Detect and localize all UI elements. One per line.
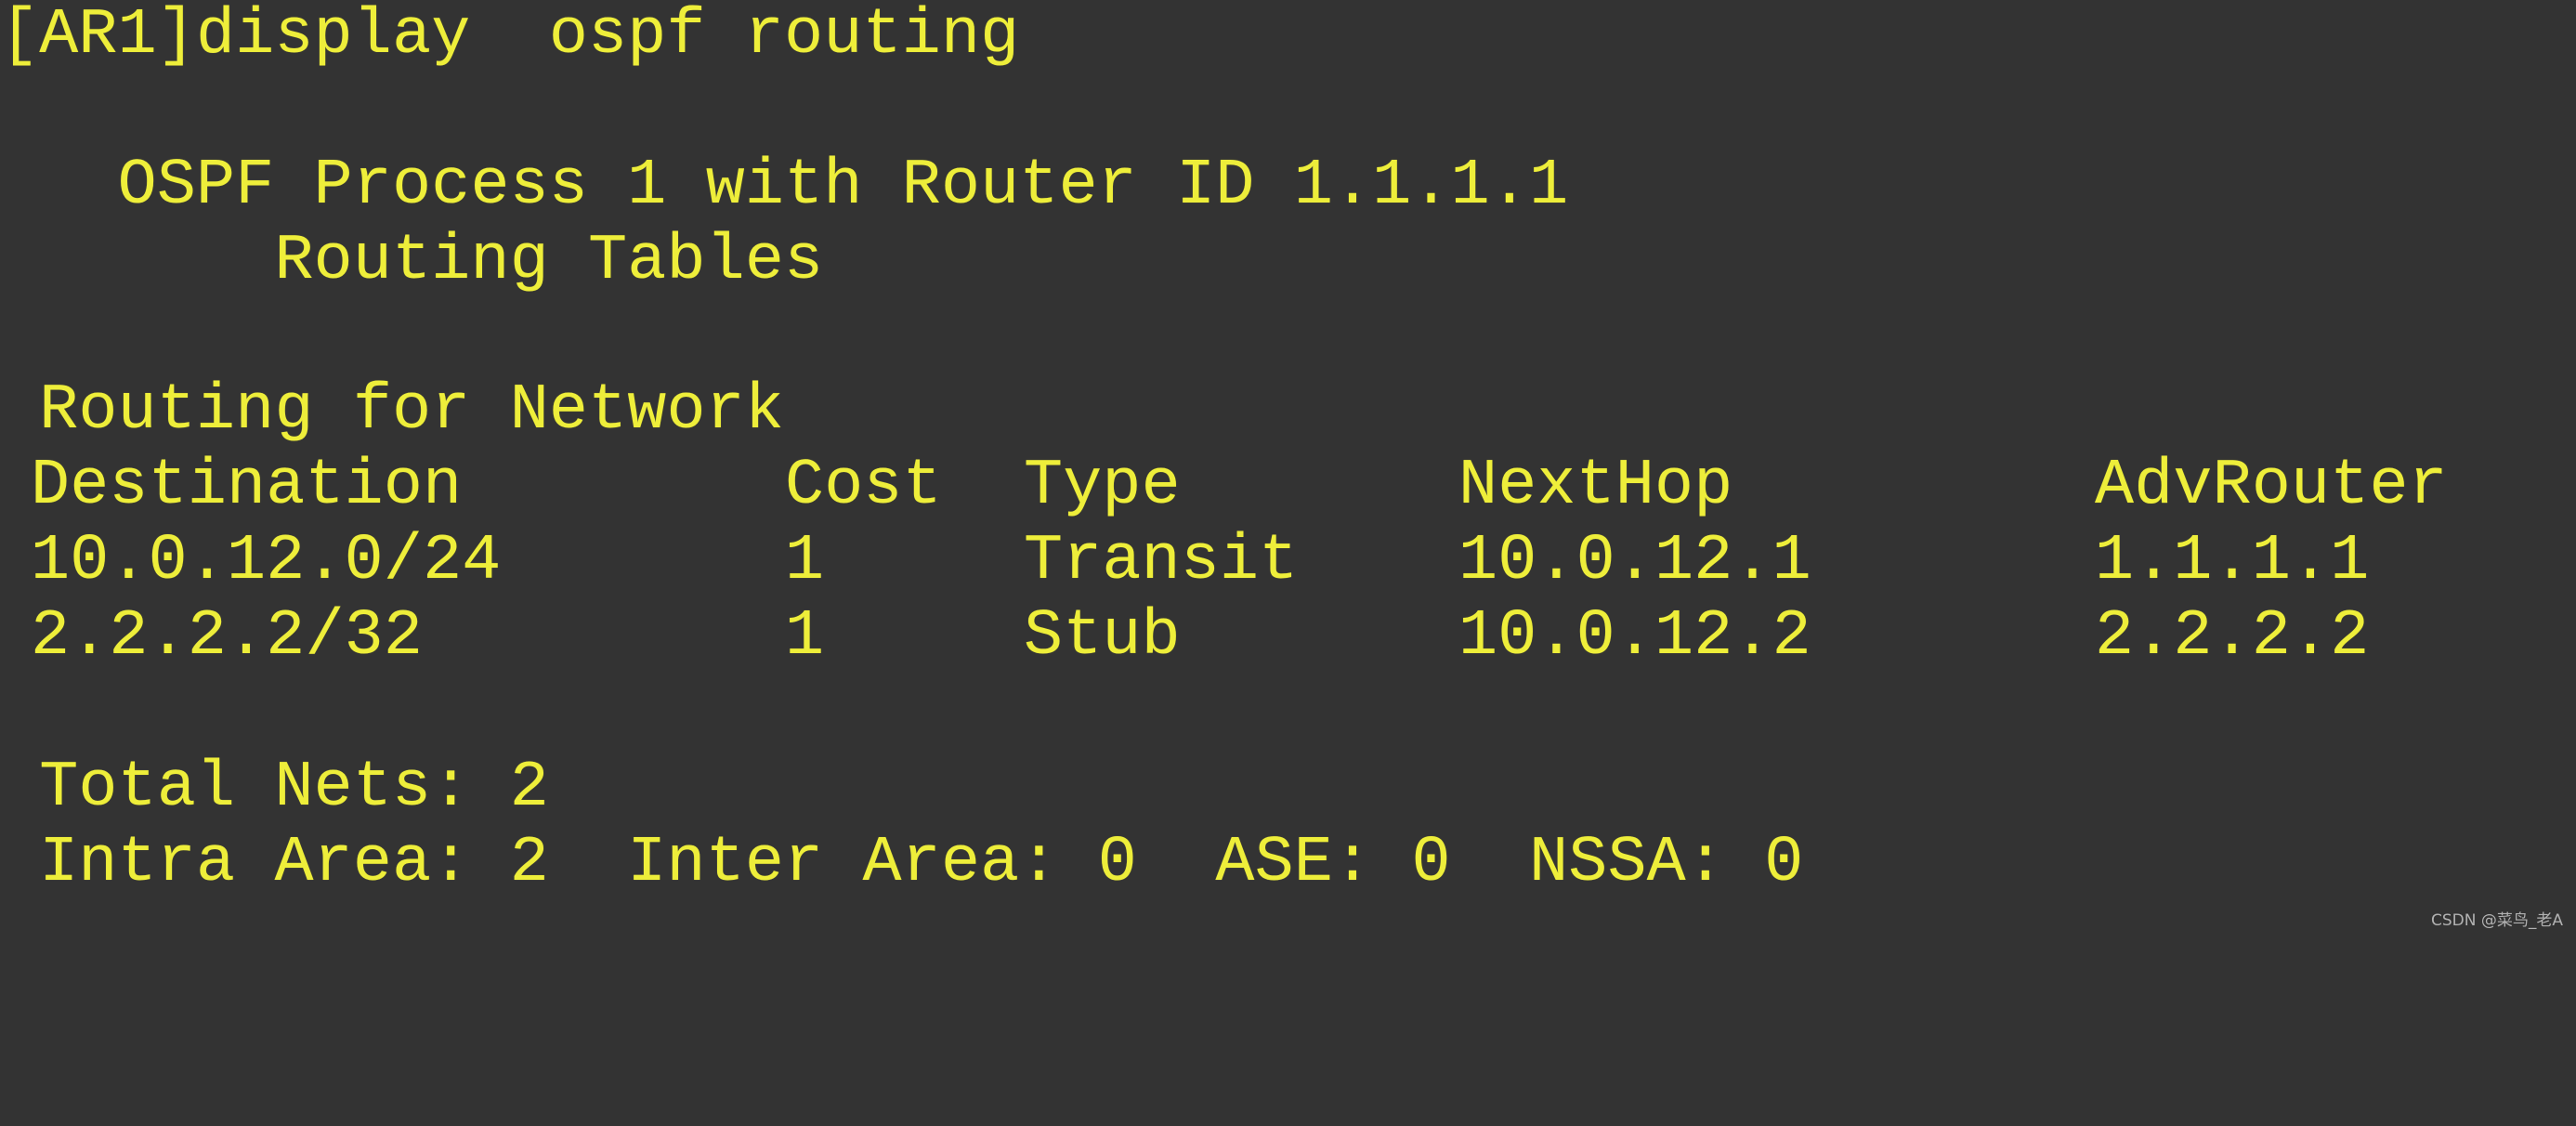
column-header-destination: Destination [31,450,463,523]
command-line: [AR1]display ospf routing [0,0,1020,72]
area-summary: Intra Area: 2 Inter Area: 0 ASE: 0 NSSA:… [0,827,1804,900]
advrouter-cell: 1.1.1.1 [2095,525,2370,598]
terminal-window[interactable]: [AR1]display ospf routing OSPF Process 1… [0,0,2576,937]
destination-cell: 10.0.12.0/24 [31,525,502,598]
advrouter-cell: 2.2.2.2 [2095,600,2370,674]
watermark: CSDN @菜鸟_老A [2430,911,2563,930]
column-header-type: Type [1024,450,1181,523]
column-header-nexthop: NextHop [1458,450,1733,523]
section-title: Routing for Network [0,374,785,448]
column-header-cost: Cost [785,450,942,523]
cost-cell: 1 [785,600,825,674]
type-cell: Stub [1024,600,1181,674]
table-header-row: Destination Cost Type NextHop AdvRouter [0,449,2448,524]
column-header-advrouter: AdvRouter [2095,450,2448,523]
routing-tables-header: Routing Tables [0,225,824,298]
nexthop-cell: 10.0.12.2 [1458,600,1811,674]
table-row: 2.2.2.2/32 1 Stub 10.0.12.2 2.2.2.2 [0,599,2369,674]
total-nets-summary: Total Nets: 2 [0,752,549,825]
type-cell: Transit [1024,525,1299,598]
ospf-process-header: OSPF Process 1 with Router ID 1.1.1.1 [0,150,1569,223]
destination-cell: 2.2.2.2/32 [31,600,424,674]
table-row: 10.0.12.0/24 1 Transit 10.0.12.1 1.1.1.1 [0,524,2369,599]
cost-cell: 1 [785,525,825,598]
nexthop-cell: 10.0.12.1 [1458,525,1811,598]
